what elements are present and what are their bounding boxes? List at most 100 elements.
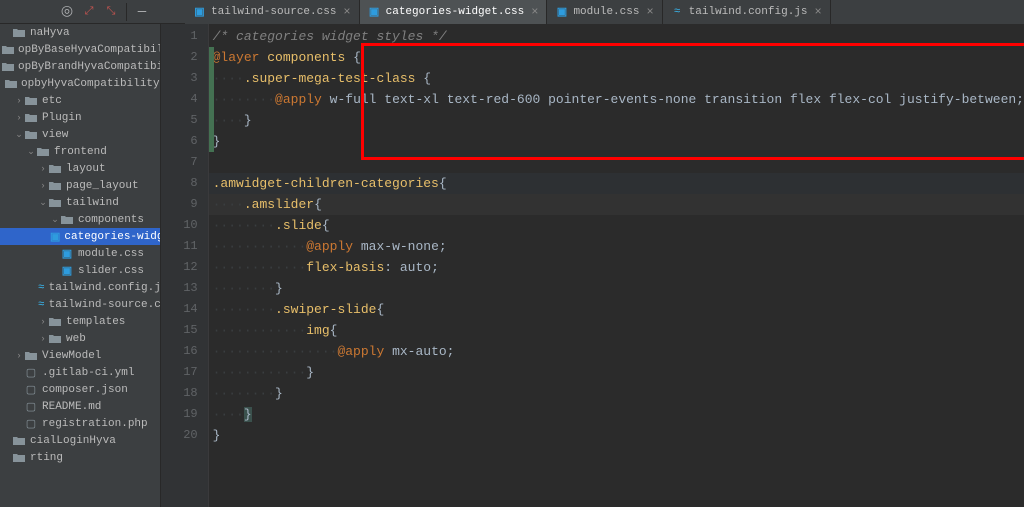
arrow-icon: ⌄ — [14, 130, 24, 140]
tab-tailwind-config-js[interactable]: ≈tailwind.config.js× — [663, 0, 831, 24]
line-number: 12 — [161, 257, 208, 278]
code-area[interactable]: /* categories widget styles */@layer com… — [209, 24, 1024, 507]
code-line[interactable]: ····} — [209, 110, 1024, 131]
line-number: 15 — [161, 320, 208, 341]
tree-item[interactable]: opByBrandHyvaCompatibility — [0, 58, 160, 75]
tree-item[interactable]: ⌄components — [0, 211, 160, 228]
collapse-all-icon[interactable]: — — [131, 1, 153, 23]
collapse-icon[interactable]: ⤡ — [100, 1, 122, 23]
tree-item[interactable]: ▣categories-widget.css — [0, 228, 160, 245]
tree-item[interactable]: ⌄frontend — [0, 143, 160, 160]
arrow-icon: › — [14, 113, 24, 123]
tree-item[interactable]: ⌄view — [0, 126, 160, 143]
tree-item[interactable]: ≈tailwind-source.css — [0, 296, 160, 313]
code-line[interactable]: ····} — [209, 404, 1024, 425]
close-icon[interactable]: × — [815, 5, 822, 19]
tree-item[interactable]: ▢.gitlab-ci.yml — [0, 364, 160, 381]
folder-icon — [60, 213, 74, 227]
change-marker — [209, 47, 214, 68]
tree-item[interactable]: opbyHyvaCompatibility — [0, 75, 160, 92]
tree-item[interactable]: opByBaseHyvaCompatibility — [0, 41, 160, 58]
project-tree[interactable]: naHyva opByBaseHyvaCompatibilityopByBrand… — [0, 24, 161, 507]
arrow-icon: ⌄ — [26, 147, 36, 157]
code-line[interactable]: ········@apply w-full text-xl text-red-6… — [209, 89, 1024, 110]
code-line[interactable]: ····.super-mega-test-class { — [209, 68, 1024, 89]
tree-item-label: naHyva — [30, 27, 70, 39]
folder-icon — [48, 196, 62, 210]
code-line[interactable]: ················@apply mx-auto; — [209, 341, 1024, 362]
tree-item[interactable]: ▢README.md — [0, 398, 160, 415]
folder-icon — [5, 77, 17, 91]
arrow-icon: › — [14, 96, 24, 106]
tree-item[interactable]: naHyva — [0, 24, 160, 41]
arrow-icon: › — [38, 334, 48, 344]
tree-item[interactable]: rting — [0, 449, 160, 466]
tab-label: tailwind-source.css — [211, 6, 336, 18]
tree-item[interactable]: ▢ composer.json — [0, 381, 160, 398]
tree-item-label: layout — [66, 163, 106, 175]
code-line[interactable]: } — [209, 425, 1024, 446]
file-icon: ▢ — [24, 400, 38, 414]
code-line[interactable]: ········.swiper-slide{ — [209, 299, 1024, 320]
tree-item[interactable]: ›layout — [0, 160, 160, 177]
expand-icon[interactable]: ⤢ — [78, 1, 100, 23]
tree-item[interactable]: ▣ slider.css — [0, 262, 160, 279]
code-line[interactable]: ········} — [209, 278, 1024, 299]
tree-item-label: .gitlab-ci.yml — [42, 367, 134, 379]
close-icon[interactable]: × — [646, 5, 653, 19]
code-line[interactable]: ············} — [209, 362, 1024, 383]
tree-item-label: categories-widget.css — [64, 231, 160, 243]
toolbar-divider — [126, 3, 127, 21]
code-line[interactable] — [209, 152, 1024, 173]
code-line[interactable]: ········} — [209, 383, 1024, 404]
tree-item[interactable]: cialLoginHyva — [0, 432, 160, 449]
arrow-icon: › — [14, 351, 24, 361]
code-line[interactable]: } — [209, 131, 1024, 152]
tab-categories-widget-css[interactable]: ▣categories-widget.css× — [360, 0, 548, 24]
close-icon[interactable]: × — [343, 5, 350, 19]
css-icon: ▣ — [60, 264, 74, 278]
editor[interactable]: 1234567891011121314151617181920 /* categ… — [161, 24, 1024, 507]
folder-icon — [12, 451, 26, 465]
line-number: 7 — [161, 152, 208, 173]
tree-item-label: composer.json — [42, 384, 128, 396]
code-line[interactable]: @layer components { — [209, 47, 1024, 68]
close-icon[interactable]: × — [531, 5, 538, 19]
folder-icon — [2, 60, 14, 74]
tree-item[interactable]: › etc — [0, 92, 160, 109]
tree-item[interactable]: ›Plugin — [0, 109, 160, 126]
tree-item[interactable]: ▣module.css — [0, 245, 160, 262]
tree-item-label: slider.css — [78, 265, 144, 277]
tree-item[interactable]: › templates — [0, 313, 160, 330]
tree-item-label: registration.php — [42, 418, 148, 430]
tree-item[interactable]: ›web — [0, 330, 160, 347]
tree-item-label: tailwind — [66, 197, 119, 209]
tree-item[interactable]: ▢registration.php — [0, 415, 160, 432]
css-icon: ▣ — [368, 6, 381, 19]
tree-item[interactable]: ›page_layout — [0, 177, 160, 194]
code-line[interactable]: ············img{ — [209, 320, 1024, 341]
code-line[interactable]: .amwidget-children-categories{ — [209, 173, 1024, 194]
tree-item[interactable]: ⌄tailwind — [0, 194, 160, 211]
line-number: 1 — [161, 26, 208, 47]
tree-item[interactable]: ≈tailwind.config.js — [0, 279, 160, 296]
tab-tailwind-source-css[interactable]: ▣tailwind-source.css× — [185, 0, 360, 24]
tree-item-label: tailwind.config.js — [49, 282, 161, 294]
code-line[interactable]: ············flex-basis: auto; — [209, 257, 1024, 278]
target-icon[interactable]: ◎ — [56, 1, 78, 23]
line-number: 13 — [161, 278, 208, 299]
line-number: 3 — [161, 68, 208, 89]
arrow-icon: › — [38, 317, 48, 327]
code-line[interactable]: /* categories widget styles */ — [209, 26, 1024, 47]
tree-item-label: etc — [42, 95, 62, 107]
tree-item[interactable]: ›ViewModel — [0, 347, 160, 364]
tab-module-css[interactable]: ▣module.css× — [547, 0, 662, 24]
tree-item-label: templates — [66, 316, 125, 328]
tab-label: module.css — [573, 6, 639, 18]
code-line[interactable]: ········.slide{ — [209, 215, 1024, 236]
file-icon: ▢ — [24, 383, 38, 397]
code-line[interactable]: ····.amslider{ — [209, 194, 1024, 215]
code-line[interactable]: ············@apply max-w-none; — [209, 236, 1024, 257]
folder-icon — [12, 434, 26, 448]
folder-icon — [2, 43, 14, 57]
